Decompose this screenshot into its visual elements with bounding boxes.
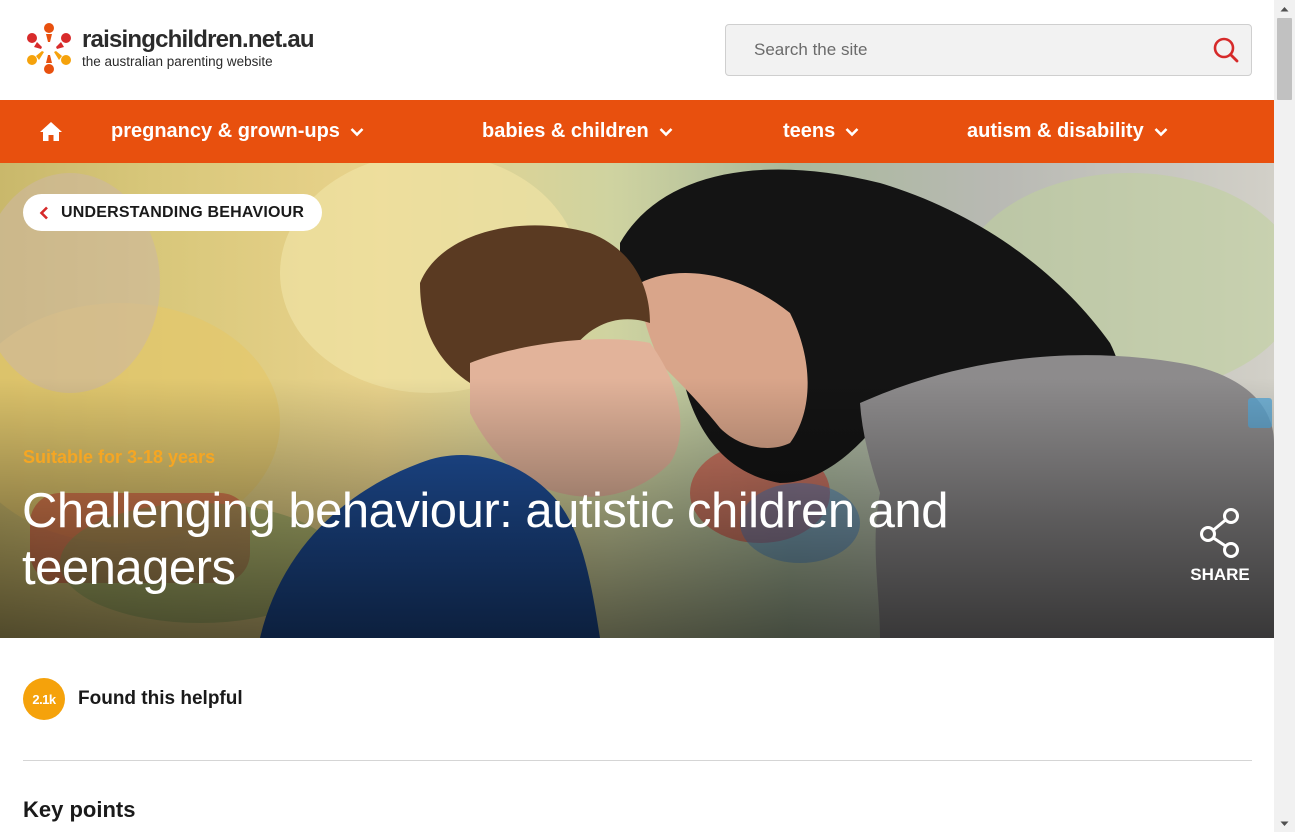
share-label: SHARE <box>1190 565 1250 584</box>
home-icon <box>40 122 62 141</box>
logo-text: raisingchildren.net.au the australian pa… <box>82 25 315 70</box>
chevron-down-icon <box>1154 127 1168 136</box>
triangle-up-icon <box>1280 6 1289 11</box>
breadcrumb-back-link[interactable]: UNDERSTANDING BEHAVIOUR <box>23 194 323 231</box>
nav-item-label: teens <box>783 120 836 142</box>
chevron-down-icon <box>845 127 859 136</box>
scroll-thumb[interactable] <box>1277 18 1292 100</box>
nav-item-label: babies & children <box>482 120 649 142</box>
search-button[interactable] <box>1201 25 1251 75</box>
search-input[interactable] <box>726 25 1201 75</box>
key-points-heading: Key points <box>23 797 136 822</box>
page-scrollbar[interactable] <box>1274 0 1295 832</box>
helpful-count-badge[interactable]: 2.1k <box>23 678 65 720</box>
age-suitability-label: Suitable for 3-18 years <box>23 447 216 467</box>
helpful-counter: 2.1k Found this helpful <box>23 678 243 720</box>
nav-item-label: autism & disability <box>967 120 1144 142</box>
page-title: Challenging behaviour: autistic children… <box>22 484 948 595</box>
breadcrumb-label: UNDERSTANDING BEHAVIOUR <box>61 203 305 221</box>
scroll-up-arrow[interactable] <box>1274 0 1295 17</box>
chevron-down-icon <box>350 127 364 136</box>
nav-item-label: pregnancy & grown-ups <box>111 120 340 142</box>
content-divider <box>23 760 1252 761</box>
triangle-down-icon <box>1280 821 1289 826</box>
chevron-down-icon <box>659 127 673 136</box>
share-icon <box>1200 508 1239 558</box>
logo-tagline: the australian parenting website <box>82 53 273 69</box>
chevron-left-icon <box>39 206 48 219</box>
nav-item-autism-disability[interactable]: autism & disability <box>967 100 1168 163</box>
main-nav: pregnancy & grown-ups babies & children … <box>0 100 1274 163</box>
nav-item-pregnancy-grown-ups[interactable]: pregnancy & grown-ups <box>111 100 364 163</box>
logo-name: raisingchildren.net.au <box>82 25 315 53</box>
share-button[interactable]: SHARE <box>1186 507 1254 585</box>
nav-item-teens[interactable]: teens <box>783 100 859 163</box>
site-header: raisingchildren.net.au the australian pa… <box>0 0 1274 100</box>
nav-item-babies-children[interactable]: babies & children <box>482 100 673 163</box>
helpful-label: Found this helpful <box>78 688 243 709</box>
logo-icon <box>27 23 71 74</box>
site-logo[interactable]: raisingchildren.net.au the australian pa… <box>22 20 315 76</box>
search-icon <box>1213 37 1239 63</box>
nav-home-button[interactable] <box>38 120 64 144</box>
search-box <box>725 24 1252 76</box>
hero-banner: UNDERSTANDING BEHAVIOUR Suitable for 3-1… <box>0 163 1274 638</box>
scroll-down-arrow[interactable] <box>1274 815 1295 832</box>
